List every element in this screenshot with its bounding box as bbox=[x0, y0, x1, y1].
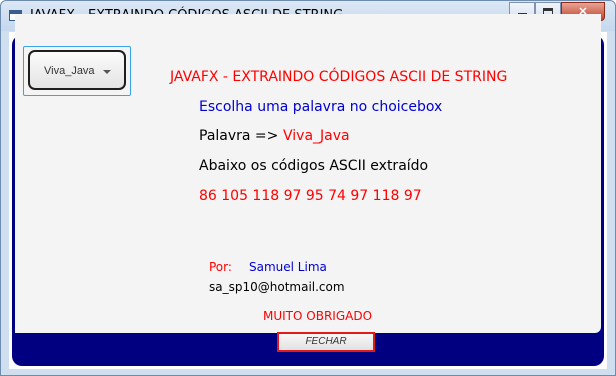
page-heading: JAVAFX - EXTRAINDO CÓDIGOS ASCII DE STRI… bbox=[170, 69, 508, 85]
author-email: sa_sp10@hotmail.com bbox=[209, 280, 345, 294]
instruction-text: Escolha uma palavra no choicebox bbox=[199, 99, 443, 115]
ascii-label: Abaixo os códigos ASCII extraído bbox=[199, 158, 429, 174]
fechar-button[interactable]: FECHAR bbox=[277, 332, 375, 352]
palavra-label: Palavra => bbox=[199, 128, 279, 144]
chevron-down-icon bbox=[103, 70, 111, 74]
palavra-value: Viva_Java bbox=[283, 128, 350, 144]
word-choicebox[interactable]: Viva_Java bbox=[28, 50, 126, 90]
app-window: JAVAFX - EXTRAINDO CÓDIGOS ASCII DE STRI… bbox=[0, 0, 616, 376]
author-name: Samuel Lima bbox=[249, 260, 327, 274]
choicebox-selected-value: Viva_Java bbox=[44, 65, 95, 77]
ascii-codes: 86 105 118 97 95 74 97 118 97 bbox=[199, 188, 422, 204]
author-label: Por: bbox=[209, 260, 232, 274]
thanks-text: MUITO OBRIGADO bbox=[263, 309, 373, 323]
